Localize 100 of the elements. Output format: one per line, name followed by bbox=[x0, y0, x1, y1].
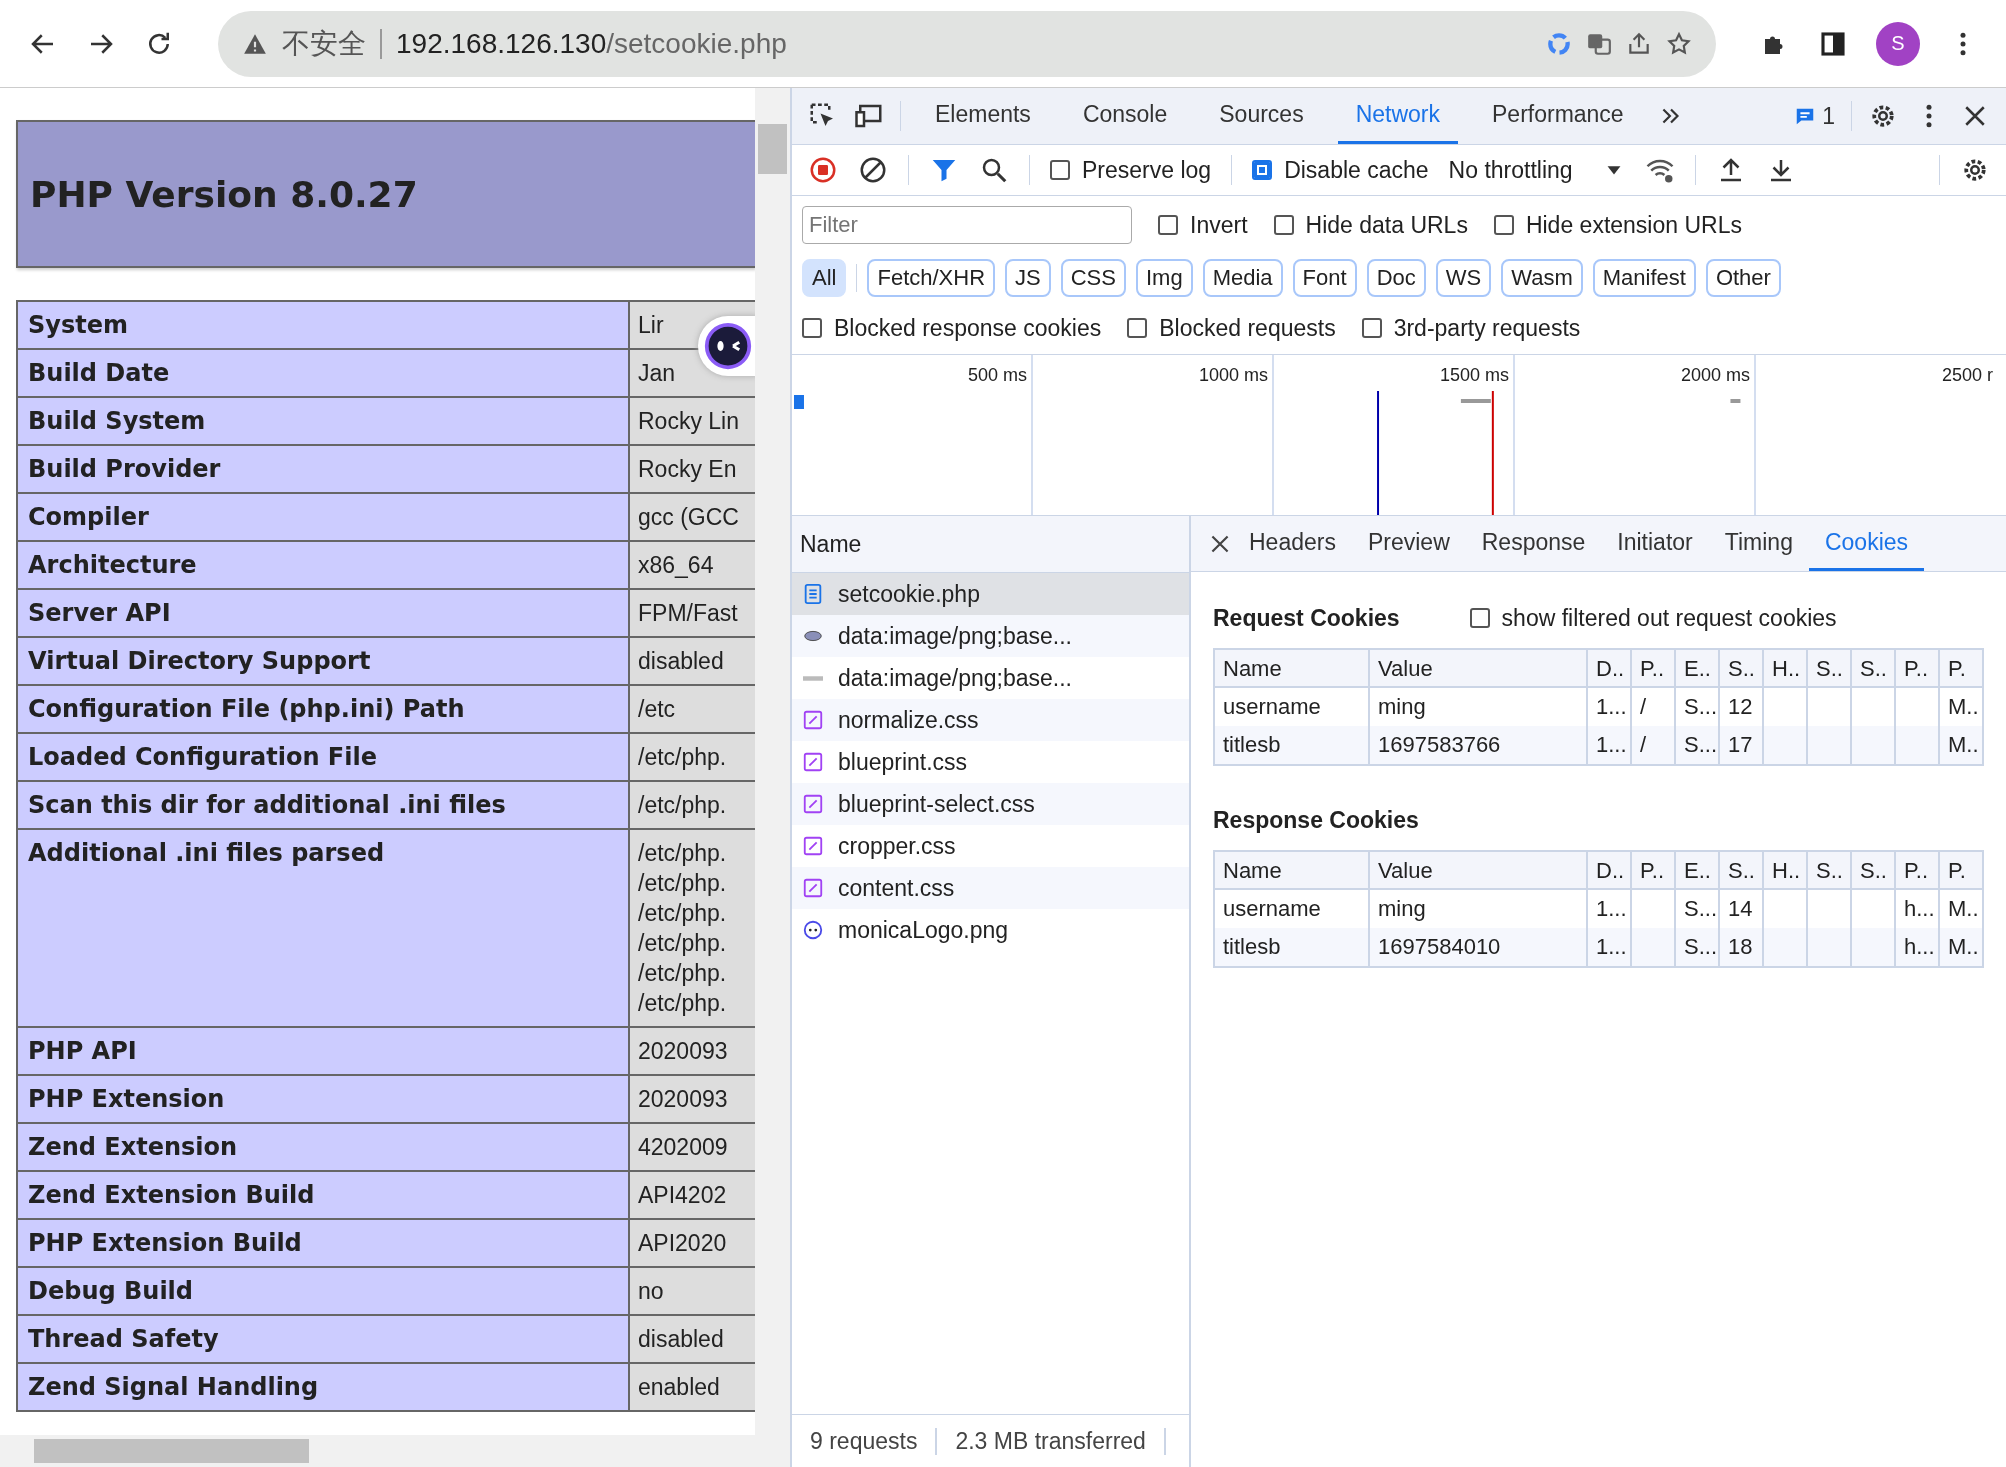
column-header[interactable]: S.. bbox=[1808, 650, 1852, 688]
stylesheet-icon bbox=[802, 751, 824, 773]
filter-checkbox[interactable]: 3rd-party requests bbox=[1361, 314, 1581, 342]
column-header[interactable]: P.. bbox=[1632, 650, 1676, 688]
horizontal-scrollbar[interactable] bbox=[0, 1435, 755, 1467]
table-cell: S... bbox=[1676, 928, 1720, 966]
url-host: 192.168.126.130 bbox=[396, 27, 607, 60]
column-header[interactable]: E.. bbox=[1676, 852, 1720, 890]
column-header[interactable]: H.. bbox=[1764, 650, 1808, 688]
detail-tab[interactable]: Initiator bbox=[1601, 516, 1709, 571]
disable-cache-checkbox[interactable]: Disable cache bbox=[1252, 156, 1429, 184]
request-row[interactable]: normalize.css bbox=[792, 699, 1189, 741]
filter-checkbox[interactable]: Blocked response cookies bbox=[802, 314, 1102, 342]
column-header[interactable]: P. bbox=[1940, 852, 1982, 890]
time-tick-label: 2000 ms bbox=[1680, 365, 1750, 385]
column-header[interactable]: P. bbox=[1940, 650, 1982, 688]
info-value: 4202009 bbox=[630, 1124, 755, 1172]
request-row[interactable]: cropper.css bbox=[792, 825, 1189, 867]
issues-counter[interactable]: 1 bbox=[1794, 102, 1835, 130]
type-filter-chip[interactable]: Wasm bbox=[1501, 259, 1583, 297]
column-header[interactable]: H.. bbox=[1764, 852, 1808, 890]
column-header[interactable]: Value bbox=[1370, 852, 1588, 890]
devtools-tab[interactable]: Sources bbox=[1201, 88, 1322, 144]
column-header[interactable]: Name bbox=[792, 516, 1189, 573]
vertical-scrollbar[interactable] bbox=[755, 88, 790, 1467]
column-header[interactable]: E.. bbox=[1676, 650, 1720, 688]
type-filter-chip[interactable]: CSS bbox=[1060, 259, 1126, 297]
filter-checkbox[interactable]: Blocked requests bbox=[1127, 314, 1336, 342]
g-logo-icon[interactable] bbox=[1546, 30, 1572, 57]
column-header[interactable]: S.. bbox=[1852, 650, 1896, 688]
column-header[interactable]: D.. bbox=[1588, 650, 1632, 688]
info-key: Zend Extension bbox=[18, 1124, 630, 1172]
image-thumbnail-icon bbox=[803, 675, 823, 681]
request-row[interactable]: data:image/png;base... bbox=[792, 615, 1189, 657]
filter-checkbox[interactable]: Hide extension URLs bbox=[1493, 211, 1742, 239]
info-key: Build System bbox=[18, 398, 630, 446]
info-value: Rocky Lin bbox=[630, 398, 755, 446]
table-cell: 17 bbox=[1720, 726, 1764, 764]
devtools-tab[interactable]: Console bbox=[1064, 88, 1186, 144]
request-row[interactable]: blueprint.css bbox=[792, 741, 1189, 783]
column-header[interactable]: P.. bbox=[1896, 852, 1940, 890]
stylesheet-icon bbox=[802, 709, 824, 731]
column-header[interactable]: P.. bbox=[1896, 650, 1940, 688]
type-filter-chip[interactable]: Other bbox=[1705, 259, 1781, 297]
star-icon[interactable] bbox=[1666, 30, 1692, 57]
column-header[interactable]: Name bbox=[1215, 852, 1370, 890]
info-value: API2020 bbox=[630, 1220, 755, 1268]
address-bar[interactable]: 不安全 192.168.126.130/setcookie.php bbox=[218, 10, 1716, 77]
request-name: monicaLogo.png bbox=[838, 916, 1009, 944]
request-row[interactable]: blueprint-select.css bbox=[792, 783, 1189, 825]
request-row[interactable]: data:image/png;base... bbox=[792, 657, 1189, 699]
detail-tab[interactable]: Headers bbox=[1233, 516, 1352, 571]
info-key: Additional .ini files parsed bbox=[18, 830, 630, 1028]
preserve-log-checkbox[interactable]: Preserve log bbox=[1050, 156, 1212, 184]
column-header[interactable]: S.. bbox=[1720, 852, 1764, 890]
throttling-dropdown[interactable]: No throttling bbox=[1448, 156, 1625, 184]
filter-checkbox[interactable]: Hide data URLs bbox=[1273, 211, 1468, 239]
type-filter-chip[interactable]: JS bbox=[1005, 259, 1051, 297]
column-header[interactable]: S.. bbox=[1720, 650, 1764, 688]
column-header[interactable]: D.. bbox=[1588, 852, 1632, 890]
detail-tab[interactable]: Response bbox=[1465, 516, 1602, 571]
info-key: PHP Extension bbox=[18, 1076, 630, 1124]
type-filter-chip[interactable]: Img bbox=[1136, 259, 1193, 297]
profile-avatar[interactable]: S bbox=[1876, 21, 1920, 66]
info-key: Build Provider bbox=[18, 446, 630, 494]
type-filter-chip[interactable]: Fetch/XHR bbox=[867, 259, 996, 297]
type-filter-chip[interactable]: Manifest bbox=[1592, 259, 1696, 297]
column-header[interactable]: S.. bbox=[1808, 852, 1852, 890]
request-name: setcookie.php bbox=[838, 580, 980, 608]
time-tick-label: 500 ms bbox=[967, 365, 1027, 385]
filter-input[interactable]: Filter bbox=[802, 206, 1132, 244]
type-filter-chip[interactable]: Media bbox=[1202, 259, 1283, 297]
show-filtered-checkbox[interactable]: show filtered out request cookies bbox=[1469, 604, 1837, 632]
type-filter-chip[interactable]: WS bbox=[1435, 259, 1492, 297]
type-filter-chip[interactable]: All bbox=[802, 259, 847, 297]
info-value: /etc/php. /etc/php. /etc/php. /etc/php. /etc/php. /etc/php. bbox=[630, 830, 755, 1028]
detail-tab[interactable]: Timing bbox=[1708, 516, 1809, 571]
record-icon[interactable] bbox=[808, 155, 838, 185]
request-row[interactable]: monicaLogo.png bbox=[792, 909, 1189, 951]
share-icon[interactable] bbox=[1626, 30, 1652, 57]
column-header[interactable]: Value bbox=[1370, 650, 1588, 688]
request-row[interactable]: setcookie.php bbox=[792, 573, 1189, 615]
table-cell: 1... bbox=[1588, 928, 1632, 966]
detail-tab[interactable]: Cookies bbox=[1808, 516, 1925, 571]
devtools-tab[interactable]: Network bbox=[1337, 88, 1458, 144]
type-filter-chip[interactable]: Font bbox=[1292, 259, 1357, 297]
column-header[interactable]: P.. bbox=[1632, 852, 1676, 890]
info-value: disabled bbox=[630, 1316, 755, 1364]
request-name: blueprint-select.css bbox=[838, 790, 1035, 818]
type-filter-chip[interactable]: Doc bbox=[1366, 259, 1426, 297]
devtools-tab[interactable]: Performance bbox=[1474, 88, 1642, 144]
devtools-tab[interactable]: Elements bbox=[917, 88, 1049, 144]
clear-icon[interactable] bbox=[858, 155, 888, 185]
info-key: Debug Build bbox=[18, 1268, 630, 1316]
column-header[interactable]: S.. bbox=[1852, 852, 1896, 890]
section-title: Response Cookies bbox=[1213, 806, 1419, 834]
filter-checkbox[interactable]: Invert bbox=[1158, 211, 1248, 239]
column-header[interactable]: Name bbox=[1215, 650, 1370, 688]
detail-tab[interactable]: Preview bbox=[1351, 516, 1466, 571]
request-row[interactable]: content.css bbox=[792, 867, 1189, 909]
